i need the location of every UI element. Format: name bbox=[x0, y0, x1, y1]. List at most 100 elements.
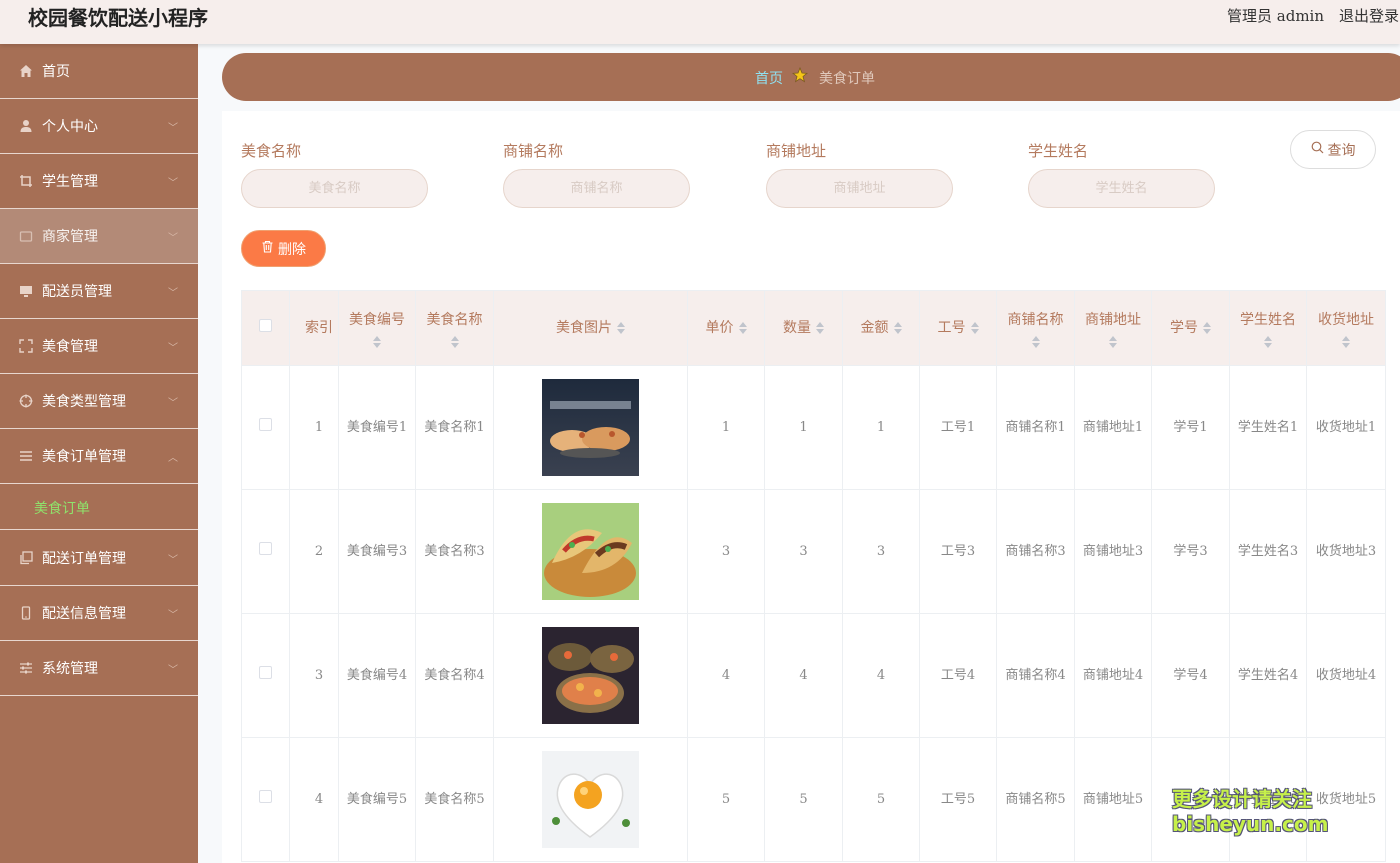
column-header-student-name[interactable]: 学生姓名 bbox=[1229, 290, 1307, 366]
chevron-up-icon: ︿ bbox=[168, 452, 178, 464]
star-icon bbox=[791, 66, 809, 87]
column-header-staff-no[interactable]: 工号 bbox=[919, 290, 997, 366]
table-row[interactable]: 1 美食编号1 美食名称1 1 1 1 工号1 商铺名称1 商铺地址1 学号1 … bbox=[241, 365, 1386, 490]
sidebar-item-food[interactable]: 美食管理 ﹀ bbox=[0, 319, 198, 374]
column-header-amount[interactable]: 金额 bbox=[842, 290, 920, 366]
food-photo-dumplings[interactable] bbox=[542, 379, 639, 476]
column-header-shop-name[interactable]: 商铺名称 bbox=[996, 290, 1075, 366]
sort-icon[interactable] bbox=[738, 321, 747, 334]
sort-icon[interactable] bbox=[1264, 335, 1272, 348]
sidebar-item-profile[interactable]: 个人中心 ﹀ bbox=[0, 99, 198, 154]
sidebar: 首页 个人中心 ﹀ 学生管理 ﹀ 商家管理 ﹀ 配送员管理 ﹀ 美食管理 ﹀ 美… bbox=[0, 44, 198, 863]
table-row[interactable]: 3 美食编号4 美食名称4 4 4 4 工号4 商铺名称4 商铺地址4 学号4 … bbox=[241, 613, 1386, 738]
cell-quantity: 1 bbox=[764, 365, 843, 490]
mobile-icon bbox=[18, 605, 34, 621]
sort-icon[interactable] bbox=[1109, 335, 1117, 348]
shop-name-input[interactable] bbox=[503, 169, 690, 208]
breadcrumb-current: 美食订单 bbox=[819, 71, 875, 87]
column-header-address[interactable]: 收货地址 bbox=[1306, 290, 1386, 366]
watermark-line2: bisheyun.com bbox=[1172, 812, 1329, 836]
sidebar-item-merchants[interactable]: 商家管理 ﹀ bbox=[0, 209, 198, 264]
sidebar-item-delivery-info[interactable]: 配送信息管理 ﹀ bbox=[0, 586, 198, 641]
sidebar-item-label: 学生管理 bbox=[42, 174, 98, 190]
cell-student-no: 学号1 bbox=[1151, 365, 1230, 490]
cell-amount: 1 bbox=[842, 365, 920, 490]
search-button[interactable]: 查询 bbox=[1290, 130, 1376, 169]
food-photo-heart-egg[interactable] bbox=[542, 751, 639, 848]
store-icon bbox=[18, 228, 34, 244]
monitor-icon bbox=[18, 283, 34, 299]
cell-price: 4 bbox=[687, 613, 765, 738]
sidebar-item-label: 美食类型管理 bbox=[42, 394, 126, 410]
logout-link[interactable]: 退出登录 bbox=[1339, 5, 1399, 26]
sort-icon[interactable] bbox=[1342, 335, 1350, 348]
sidebar-subitem-food-order[interactable]: 美食订单 bbox=[0, 484, 198, 530]
row-checkbox[interactable] bbox=[259, 418, 272, 431]
sort-icon[interactable] bbox=[1031, 335, 1040, 348]
cell-address: 收货地址1 bbox=[1306, 365, 1386, 490]
delete-button[interactable]: 删除 bbox=[241, 230, 326, 267]
chevron-down-icon: ﹀ bbox=[168, 397, 178, 409]
sort-icon[interactable] bbox=[816, 321, 824, 334]
sort-icon[interactable] bbox=[373, 335, 381, 348]
cell-shop-address: 商铺地址4 bbox=[1074, 613, 1152, 738]
copy-icon bbox=[18, 550, 34, 566]
cell-student-no: 学号4 bbox=[1151, 613, 1230, 738]
trash-icon bbox=[261, 240, 274, 257]
breadcrumb-home-link[interactable]: 首页 bbox=[755, 68, 783, 88]
sidebar-item-delivery-orders[interactable]: 配送订单管理 ﹀ bbox=[0, 531, 198, 586]
column-header-food-no[interactable]: 美食编号 bbox=[338, 290, 416, 366]
student-name-input[interactable] bbox=[1028, 169, 1215, 208]
chevron-down-icon: ﹀ bbox=[168, 664, 178, 676]
shop-address-input[interactable] bbox=[766, 169, 953, 208]
chevron-down-icon: ﹀ bbox=[168, 287, 178, 299]
cell-food-image bbox=[493, 365, 688, 490]
food-photo-tacos[interactable] bbox=[542, 503, 639, 600]
sort-icon[interactable] bbox=[1203, 321, 1211, 334]
cell-shop-address: 商铺地址1 bbox=[1074, 365, 1152, 490]
sidebar-item-label: 配送订单管理 bbox=[42, 551, 126, 567]
cell-shop-address: 商铺地址3 bbox=[1074, 489, 1152, 614]
app-title: 校园餐饮配送小程序 bbox=[28, 6, 208, 30]
sidebar-item-home[interactable]: 首页 bbox=[0, 44, 198, 99]
column-header-price[interactable]: 单价 bbox=[687, 290, 765, 366]
sidebar-item-couriers[interactable]: 配送员管理 ﹀ bbox=[0, 264, 198, 319]
cell-food-no: 美食编号1 bbox=[338, 365, 416, 490]
cell-staff-no: 工号5 bbox=[919, 737, 997, 862]
chevron-down-icon: ﹀ bbox=[168, 342, 178, 354]
table-row[interactable]: 2 美食编号3 美食名称3 3 3 3 工号3 商铺名称3 商铺地址3 学号3 … bbox=[241, 489, 1386, 614]
row-checkbox[interactable] bbox=[259, 542, 272, 555]
food-photo-seafood[interactable] bbox=[542, 627, 639, 724]
select-all-checkbox[interactable] bbox=[259, 318, 272, 332]
column-header-student-no[interactable]: 学号 bbox=[1151, 290, 1230, 366]
row-checkbox[interactable] bbox=[259, 790, 272, 803]
sidebar-item-label: 美食订单管理 bbox=[42, 449, 126, 465]
cell-shop-name: 商铺名称1 bbox=[996, 365, 1075, 490]
sidebar-item-food-orders[interactable]: 美食订单管理 ︿ bbox=[0, 429, 198, 484]
chevron-down-icon: ﹀ bbox=[168, 609, 178, 621]
top-bar: 校园餐饮配送小程序 管理员 admin 退出登录 bbox=[0, 0, 1400, 44]
sort-icon[interactable] bbox=[893, 321, 902, 334]
sort-icon[interactable] bbox=[450, 335, 459, 348]
cell-quantity: 3 bbox=[764, 489, 843, 614]
column-header-food-image[interactable]: 美食图片 bbox=[493, 290, 688, 366]
sidebar-item-food-types[interactable]: 美食类型管理 ﹀ bbox=[0, 374, 198, 429]
orders-table: 索引 美食编号 美食名称 美食图片 单价 数量 金额 工号 商铺名称 商铺地址 … bbox=[241, 290, 1386, 862]
column-header-food-name[interactable]: 美食名称 bbox=[415, 290, 494, 366]
sidebar-item-students[interactable]: 学生管理 ﹀ bbox=[0, 154, 198, 209]
cell-food-image bbox=[493, 613, 688, 738]
column-header-quantity[interactable]: 数量 bbox=[764, 290, 843, 366]
table-header-row: 索引 美食编号 美食名称 美食图片 单价 数量 金额 工号 商铺名称 商铺地址 … bbox=[241, 290, 1386, 366]
row-checkbox[interactable] bbox=[259, 666, 272, 679]
cell-student-name: 学生姓名1 bbox=[1229, 365, 1307, 490]
target-icon bbox=[18, 393, 34, 409]
sort-icon[interactable] bbox=[970, 321, 979, 334]
food-name-input[interactable] bbox=[241, 169, 428, 208]
column-header-shop-address[interactable]: 商铺地址 bbox=[1074, 290, 1152, 366]
sort-icon[interactable] bbox=[617, 321, 625, 334]
sidebar-item-system[interactable]: 系统管理 ﹀ bbox=[0, 641, 198, 696]
crop-icon bbox=[18, 173, 34, 189]
cell-price: 5 bbox=[687, 737, 765, 862]
cell-index: 2 bbox=[289, 489, 339, 614]
search-icon bbox=[1311, 141, 1324, 158]
